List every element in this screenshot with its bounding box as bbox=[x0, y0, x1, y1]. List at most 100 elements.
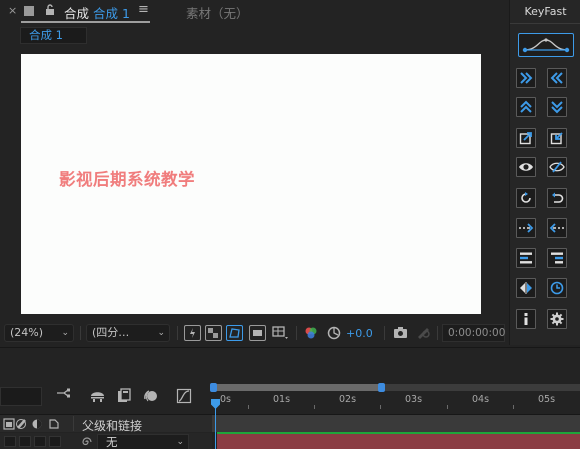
keyfast-divider bbox=[510, 23, 580, 24]
time-tick-mark bbox=[248, 405, 249, 409]
keyfast-move-left-button[interactable] bbox=[547, 218, 567, 238]
tab-composition-prefix: 合成 bbox=[64, 6, 90, 21]
fast-forward-icon bbox=[520, 72, 533, 84]
eye-icon bbox=[519, 163, 533, 171]
composition-subtab[interactable]: 合成 1 bbox=[20, 27, 87, 44]
transparency-grid-icon[interactable] bbox=[205, 325, 222, 341]
keyfast-panel: KeyFast bbox=[509, 0, 580, 345]
magnification-dropdown[interactable]: (24%) ⌄ bbox=[4, 324, 74, 342]
keyfast-move-right-button[interactable] bbox=[516, 218, 536, 238]
column-divider bbox=[73, 416, 74, 431]
toolbar-divider bbox=[177, 326, 178, 340]
overlay-title-text: 影视后期系统教学 bbox=[59, 170, 195, 189]
timeline-track-header bbox=[212, 414, 580, 432]
keyfast-time-button[interactable] bbox=[547, 278, 567, 298]
magnification-value: (24%) bbox=[10, 326, 44, 339]
video-switch[interactable] bbox=[4, 436, 16, 447]
mask-path-icon[interactable] bbox=[226, 325, 243, 341]
time-tick-mark bbox=[380, 405, 381, 409]
flip-horizontal-icon bbox=[520, 282, 532, 294]
chevron-down-icon: ⌄ bbox=[176, 437, 184, 447]
time-tick-mark bbox=[447, 405, 448, 409]
show-snapshot-icon[interactable] bbox=[416, 326, 431, 342]
lock-switch[interactable] bbox=[49, 436, 61, 447]
region-of-interest-icon[interactable] bbox=[249, 325, 266, 341]
work-area-end-handle[interactable] bbox=[378, 383, 385, 392]
active-tab-underline bbox=[21, 21, 150, 23]
edit-arrow-icon bbox=[550, 132, 563, 145]
rotate-cw-icon bbox=[521, 192, 531, 203]
keyfast-align-left-button[interactable] bbox=[516, 248, 536, 268]
camera-snapshot-icon[interactable] bbox=[393, 326, 408, 342]
arrow-left-dotted-icon bbox=[549, 223, 564, 233]
panel-menu-icon[interactable]: ≡ bbox=[138, 2, 149, 17]
toolbar-divider bbox=[80, 326, 81, 340]
work-area-bar[interactable] bbox=[210, 383, 580, 392]
work-area-range[interactable] bbox=[212, 384, 382, 391]
easing-curve-button[interactable] bbox=[518, 33, 574, 57]
shy-layers-icon[interactable] bbox=[89, 388, 106, 404]
av-features-icon[interactable] bbox=[3, 418, 73, 433]
layer-columns-header: 父级和链接 bbox=[0, 414, 212, 434]
color-channels-icon[interactable] bbox=[304, 326, 318, 343]
fast-previews-icon[interactable] bbox=[184, 325, 201, 341]
export-arrow-icon bbox=[519, 132, 532, 145]
toolbar-divider bbox=[384, 326, 385, 340]
tab-footage[interactable]: 素材（无） bbox=[186, 3, 249, 22]
keyfast-rotate-button[interactable] bbox=[516, 188, 536, 208]
keyfast-hide-button[interactable] bbox=[547, 157, 567, 177]
current-time-display[interactable]: 0:00:00:00 bbox=[442, 324, 505, 342]
exposure-value[interactable]: +0.0 bbox=[346, 327, 373, 340]
work-area-start-handle[interactable] bbox=[210, 383, 217, 392]
keyfast-up-button[interactable] bbox=[516, 97, 536, 117]
audio-switch[interactable] bbox=[19, 436, 31, 447]
motion-blur-icon[interactable] bbox=[142, 388, 159, 404]
info-icon bbox=[524, 313, 528, 325]
viewer-toolbar: (24%) ⌄ (四分… ⌄ +0.0 0:00:00:00 bbox=[0, 322, 507, 344]
time-ruler[interactable]: 0s 01s 02s 03s 04s 05s bbox=[212, 392, 580, 410]
close-icon[interactable]: × bbox=[8, 4, 17, 17]
resolution-dropdown[interactable]: (四分… ⌄ bbox=[86, 324, 170, 342]
keyfast-export-button[interactable] bbox=[516, 128, 536, 148]
tab-composition[interactable]: 合成 合成 1 bbox=[64, 3, 130, 22]
composition-tab-bar: × 合成 合成 1 ≡ 素材（无） bbox=[0, 0, 507, 24]
layer-search-input[interactable] bbox=[0, 387, 42, 406]
keyfast-undo-button[interactable] bbox=[547, 188, 567, 208]
keyfast-title: KeyFast bbox=[524, 5, 567, 18]
keyfast-settings-button[interactable] bbox=[547, 309, 567, 329]
pick-whip-icon[interactable] bbox=[81, 436, 93, 449]
timeline-panel: 0s 01s 02s 03s 04s 05s 父级和链接 无 ⌄ bbox=[0, 347, 580, 449]
keyfast-info-button[interactable] bbox=[516, 309, 536, 329]
align-left-icon bbox=[520, 252, 532, 264]
composition-flowchart-icon[interactable] bbox=[56, 388, 73, 404]
time-tick-label: 03s bbox=[405, 394, 423, 405]
keyfast-flip-button[interactable] bbox=[516, 278, 536, 298]
toolbar-divider bbox=[296, 326, 297, 340]
graph-editor-icon[interactable] bbox=[176, 388, 193, 404]
resolution-value: (四分… bbox=[92, 326, 130, 339]
layer-duration-bar[interactable] bbox=[217, 434, 580, 449]
keyfast-fast-forward-button[interactable] bbox=[516, 68, 536, 88]
lock-icon[interactable] bbox=[45, 4, 55, 19]
chevron-down-icon: ⌄ bbox=[61, 328, 69, 338]
time-tick-mark bbox=[314, 405, 315, 409]
keyfast-rewind-button[interactable] bbox=[547, 68, 567, 88]
parent-value: 无 bbox=[106, 435, 118, 449]
composition-viewer[interactable]: 影视后期系统教学 bbox=[21, 54, 481, 314]
chevron-down-icon bbox=[551, 101, 563, 114]
parent-dropdown[interactable]: 无 ⌄ bbox=[97, 434, 189, 449]
keyfast-edit-button[interactable] bbox=[547, 128, 567, 148]
time-tick-mark bbox=[513, 405, 514, 409]
parent-link-header[interactable]: 父级和链接 bbox=[82, 417, 142, 434]
gear-icon bbox=[550, 312, 564, 326]
time-tick-label: 05s bbox=[538, 394, 556, 405]
keyfast-align-right-button[interactable] bbox=[547, 248, 567, 268]
keyfast-down-button[interactable] bbox=[547, 97, 567, 117]
keyfast-show-button[interactable] bbox=[516, 157, 536, 177]
reset-exposure-icon[interactable] bbox=[327, 326, 341, 343]
grid-guides-icon[interactable] bbox=[271, 325, 291, 344]
solo-switch[interactable] bbox=[34, 436, 46, 447]
undo-icon bbox=[552, 192, 564, 203]
frame-blending-icon[interactable] bbox=[116, 388, 133, 404]
toolbar-divider bbox=[437, 326, 438, 340]
